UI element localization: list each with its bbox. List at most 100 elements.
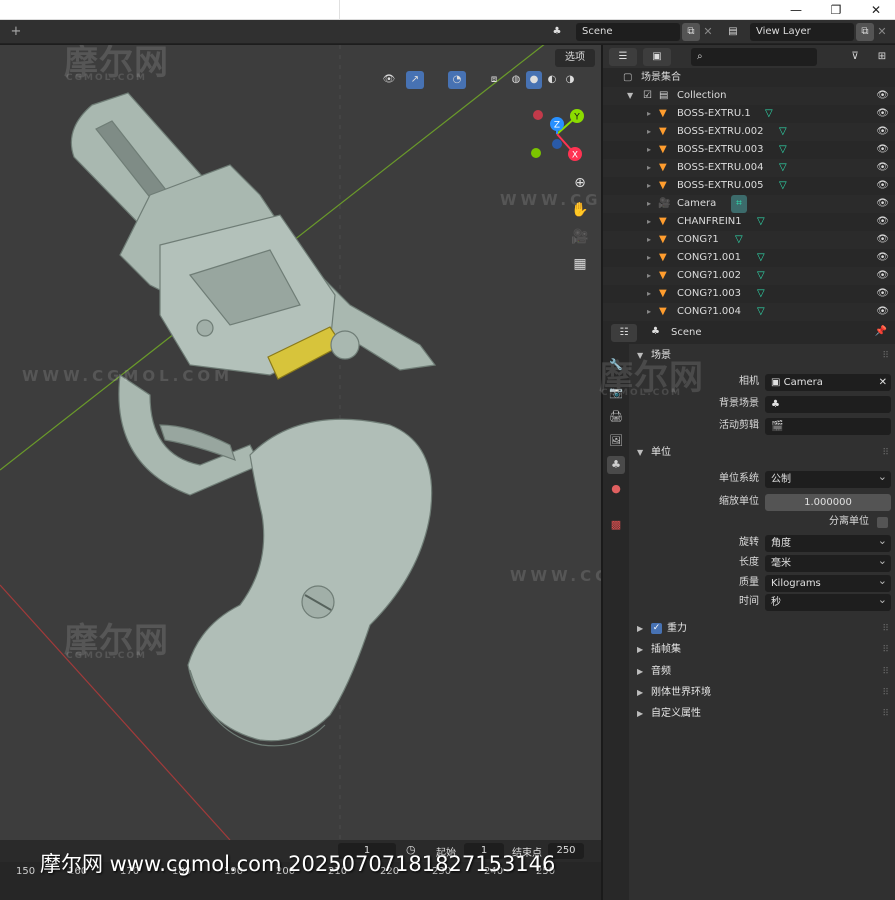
drag-grip-icon[interactable]: ⠿ [882, 346, 889, 366]
drag-grip-icon[interactable]: ⠿ [882, 683, 889, 703]
3d-viewport[interactable]: 选项 👁 ↗ ◔ ⧈ ◍ ● ◐ ◑ Y Z X ⊕ ✋ 🎥 ▦ 摩尔网 CGM… [0, 45, 601, 840]
solid-shading-icon[interactable]: ● [526, 71, 542, 89]
view-layer-tab-icon[interactable]: 🖼 [607, 432, 625, 450]
mass-dropdown[interactable]: Kilograms [765, 572, 891, 592]
eye-icon[interactable]: 👁 [876, 87, 889, 105]
keying-sets-panel-header[interactable]: ▶ 插帧集 ⠿ [631, 640, 893, 660]
expand-arrow-icon[interactable]: ▸ [647, 177, 651, 195]
gizmo-toggle-icon[interactable]: ↗ [406, 71, 424, 89]
outliner-search-input[interactable]: ⌕ [691, 48, 817, 66]
view-layer-icon[interactable]: ▤ [724, 23, 742, 41]
close-icon[interactable]: ✕ [866, 2, 886, 18]
expand-arrow-icon[interactable]: ▸ [647, 105, 651, 123]
wireframe-shading-icon[interactable]: ◍ [508, 71, 524, 89]
view-layer-field[interactable]: View Layer [750, 23, 854, 41]
eye-icon[interactable]: 👁 [876, 213, 889, 231]
clear-camera-icon[interactable]: ✕ [879, 374, 887, 391]
list-item[interactable]: ▸ ▼ BOSS-EXTRU.004 ▽ 👁 [603, 159, 895, 177]
outliner-root[interactable]: ▢ 场景集合 [603, 69, 895, 87]
background-scene-field[interactable]: ♣ [765, 396, 891, 413]
units-panel-header[interactable]: ▼ 单位 ⠿ [631, 443, 893, 463]
expand-arrow-icon[interactable]: ▸ [647, 249, 651, 267]
audio-panel-header[interactable]: ▶ 音频 ⠿ [631, 662, 893, 682]
expand-arrow-icon[interactable]: ▸ [647, 267, 651, 285]
drag-grip-icon[interactable]: ⠿ [882, 704, 889, 724]
expand-arrow-icon[interactable]: ▸ [647, 195, 651, 213]
custom-properties-panel-header[interactable]: ▶ 自定义属性 ⠿ [631, 704, 893, 724]
list-item[interactable]: ▸ ▼ CONG?1.001 ▽ 👁 [603, 249, 895, 267]
gravity-panel-header[interactable]: ▶ ✓ 重力 ⠿ [631, 619, 893, 639]
drag-grip-icon[interactable]: ⠿ [882, 662, 889, 682]
expand-arrow-icon[interactable]: ▸ [647, 285, 651, 303]
expand-arrow-icon[interactable]: ▸ [647, 213, 651, 231]
rendered-shading-icon[interactable]: ◑ [562, 71, 578, 89]
output-tab-icon[interactable]: 🖨 [607, 408, 625, 426]
eye-icon[interactable]: 👁 [876, 231, 889, 249]
list-item[interactable]: ▸ ▼ CONG?1.004 ▽ 👁 [603, 303, 895, 321]
add-workspace-icon[interactable]: + [8, 24, 24, 40]
rigid-body-world-panel-header[interactable]: ▶ 刚体世界环境 ⠿ [631, 683, 893, 703]
checkbox-icon[interactable]: ☑ [643, 87, 652, 105]
unit-scale-field[interactable]: 1.000000 [765, 494, 891, 511]
eye-icon[interactable]: 👁 [876, 267, 889, 285]
material-shading-icon[interactable]: ◐ [544, 71, 560, 89]
visibility-icon[interactable]: 👁 [376, 71, 402, 89]
new-collection-icon[interactable]: ⊞ [873, 48, 891, 66]
new-scene-icon[interactable]: ⧉ [682, 23, 700, 41]
outliner-collection[interactable]: ▼ ☑ ▤ Collection 👁 [603, 87, 895, 105]
pin-icon[interactable]: 📌 [875, 326, 887, 337]
list-item[interactable]: ▸ ▼ CONG?1.002 ▽ 👁 [603, 267, 895, 285]
eye-icon[interactable]: 👁 [876, 123, 889, 141]
scene-icon[interactable]: ♣ [548, 23, 566, 41]
drag-grip-icon[interactable]: ⠿ [882, 443, 889, 463]
display-mode-icon[interactable]: ☰ [609, 48, 637, 66]
eye-icon[interactable]: 👁 [876, 159, 889, 177]
gravity-checkbox[interactable]: ✓ [651, 623, 662, 634]
minimize-icon[interactable]: — [786, 2, 806, 18]
overlay-toggle-icon[interactable]: ◔ [448, 71, 466, 89]
texture-tab-icon[interactable]: ▩ [607, 516, 625, 534]
expand-arrow-icon[interactable]: ▸ [647, 231, 651, 249]
list-item[interactable]: ▸ ▼ CONG?1 ▽ 👁 [603, 231, 895, 249]
active-clip-field[interactable]: 🎬 [765, 418, 891, 435]
list-item[interactable]: ▸ ▼ BOSS-EXTRU.1 ▽ 👁 [603, 105, 895, 123]
maximize-icon[interactable]: ❐ [826, 2, 846, 18]
drag-grip-icon[interactable]: ⠿ [882, 640, 889, 660]
list-item[interactable]: ▸ ▼ CONG?1.003 ▽ 👁 [603, 285, 895, 303]
eye-icon[interactable]: 👁 [876, 141, 889, 159]
scene-tab-icon[interactable]: ♣ [607, 456, 625, 474]
list-item[interactable]: ▸ 🎥 Camera ⌗ 👁 [603, 195, 895, 213]
scene-name-field[interactable]: Scene [576, 23, 680, 41]
eye-icon[interactable]: 👁 [876, 285, 889, 303]
drag-grip-icon[interactable]: ⠿ [882, 619, 889, 639]
expand-arrow-icon[interactable]: ▸ [647, 123, 651, 141]
remove-scene-icon[interactable]: ✕ [700, 23, 716, 41]
world-tab-icon[interactable]: ● [607, 480, 625, 498]
expand-arrow-icon[interactable]: ▼ [627, 87, 633, 105]
list-item[interactable]: ▸ ▼ BOSS-EXTRU.003 ▽ 👁 [603, 141, 895, 159]
eye-icon[interactable]: 👁 [876, 195, 889, 213]
length-dropdown[interactable]: 毫米 [765, 552, 891, 572]
eye-icon[interactable]: 👁 [876, 177, 889, 195]
filter-icon[interactable]: ⊽ [841, 48, 869, 66]
eye-icon[interactable]: 👁 [876, 249, 889, 267]
list-item[interactable]: ▸ ▼ BOSS-EXTRU.002 ▽ 👁 [603, 123, 895, 141]
time-dropdown[interactable]: 秒 [765, 591, 891, 611]
list-item[interactable]: ▸ ▼ BOSS-EXTRU.005 ▽ 👁 [603, 177, 895, 195]
camera-view-icon[interactable]: 🎥 [568, 225, 592, 249]
expand-arrow-icon[interactable]: ▸ [647, 159, 651, 177]
separate-units-checkbox[interactable] [877, 517, 888, 528]
xray-icon[interactable]: ⧈ [486, 71, 502, 89]
view-filter-icon[interactable]: ▣ [643, 48, 671, 66]
list-item[interactable]: ▸ ▼ CHANFREIN1 ▽ 👁 [603, 213, 895, 231]
eye-icon[interactable]: 👁 [876, 105, 889, 123]
expand-arrow-icon[interactable]: ▸ [647, 141, 651, 159]
navigation-gizmo[interactable]: Y Z X [527, 102, 597, 172]
remove-view-layer-icon[interactable]: ✕ [874, 23, 890, 41]
perspective-grid-icon[interactable]: ▦ [568, 252, 592, 276]
new-view-layer-icon[interactable]: ⧉ [856, 23, 874, 41]
expand-arrow-icon[interactable]: ▸ [647, 303, 651, 321]
camera-field[interactable]: ▣ Camera ✕ [765, 374, 891, 391]
unit-system-dropdown[interactable]: 公制 [765, 468, 891, 488]
eye-icon[interactable]: 👁 [876, 303, 889, 321]
